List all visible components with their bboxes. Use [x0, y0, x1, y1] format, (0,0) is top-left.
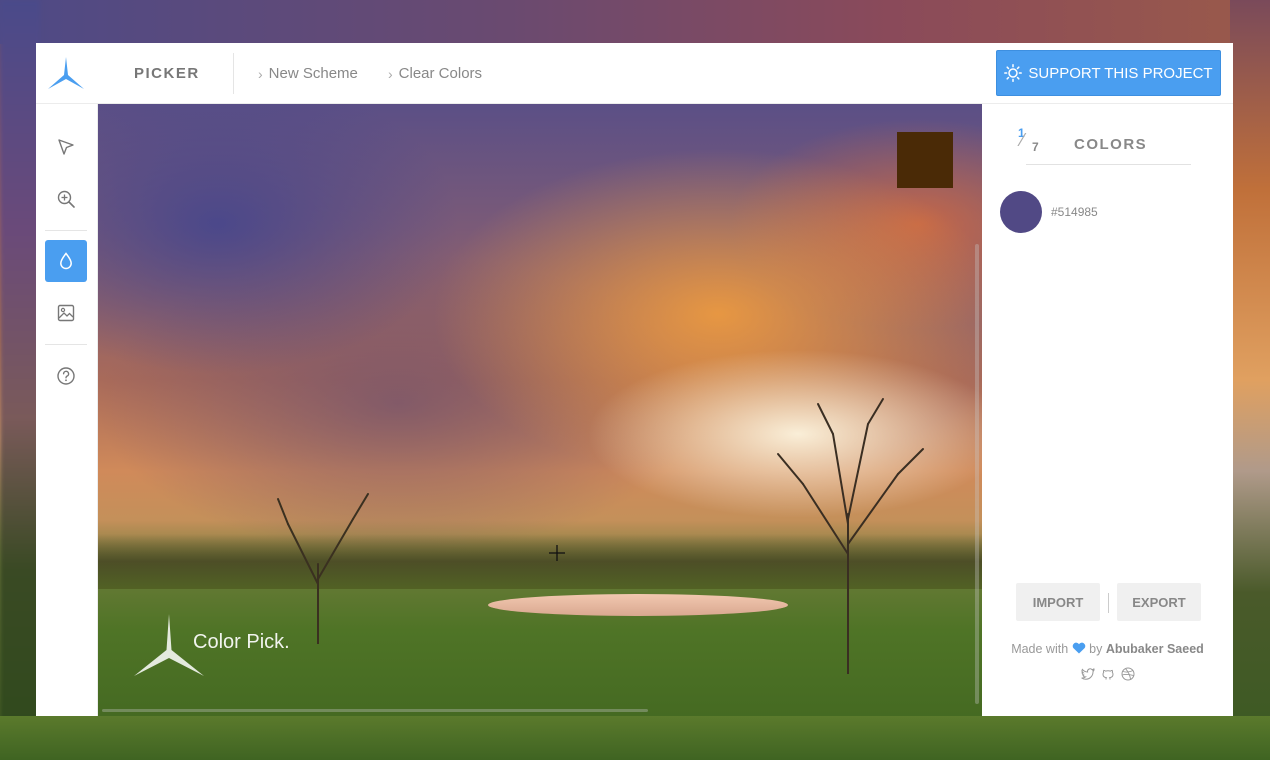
vertical-scrollbar[interactable] — [975, 244, 979, 704]
credit-author-link[interactable]: Abubaker Saeed — [1106, 642, 1204, 656]
counter-total: 7 — [1032, 140, 1039, 154]
button-divider — [1108, 593, 1109, 613]
color-hex-label: #514985 — [1051, 205, 1098, 219]
background-blur-left — [0, 0, 40, 760]
color-counter: 1 ⁄ 7 — [1018, 126, 1048, 156]
color-list-item[interactable]: #514985 — [1000, 191, 1098, 233]
background-blur-right — [1230, 0, 1270, 760]
support-label: SUPPORT THIS PROJECT — [1028, 64, 1213, 82]
logo-icon — [48, 57, 84, 89]
new-scheme-label: New Scheme — [268, 65, 358, 82]
clear-colors-link[interactable]: › Clear Colors — [388, 65, 482, 82]
clear-colors-label: Clear Colors — [398, 65, 483, 82]
tree-silhouette — [777, 398, 924, 674]
color-swatch — [1000, 191, 1042, 233]
toolbar-divider — [45, 344, 87, 345]
export-button[interactable]: EXPORT — [1117, 583, 1201, 621]
twitter-icon — [1080, 667, 1095, 680]
sun-icon — [1004, 64, 1023, 82]
help-icon — [57, 367, 75, 385]
horizontal-scrollbar[interactable] — [102, 709, 648, 712]
image-icon — [57, 304, 75, 322]
picked-color-preview — [897, 132, 953, 188]
heart-icon — [1072, 642, 1085, 654]
twitter-link[interactable] — [1080, 667, 1095, 681]
tool-sidebar — [36, 104, 98, 716]
zoom-tool-button[interactable] — [45, 178, 87, 220]
panel-divider — [1026, 164, 1191, 165]
github-link[interactable] — [1101, 667, 1115, 681]
cursor-icon — [58, 139, 74, 155]
zoom-in-icon — [57, 190, 75, 208]
help-button[interactable] — [45, 355, 87, 397]
chevron-right-icon: › — [388, 65, 393, 82]
colors-title: COLORS — [1074, 136, 1148, 153]
counter-slash: ⁄ — [1021, 130, 1025, 150]
credit-line: Made with by Abubaker Saeed — [982, 642, 1233, 656]
github-icon — [1101, 669, 1114, 680]
app-title: PICKER — [134, 65, 200, 82]
support-project-button[interactable]: SUPPORT THIS PROJECT — [996, 50, 1221, 96]
chevron-right-icon: › — [258, 65, 263, 82]
credit-prefix: Made with — [1011, 642, 1069, 656]
tree-silhouette-small — [277, 493, 369, 644]
picker-tool-button[interactable] — [45, 240, 87, 282]
image-canvas[interactable]: Color Pick. — [98, 104, 982, 716]
image-tool-button[interactable] — [45, 292, 87, 334]
dribbble-link[interactable] — [1121, 667, 1135, 681]
credit-by: by — [1089, 642, 1103, 656]
background-blur-bottom — [0, 716, 1270, 760]
watermark-text: Color Pick. — [193, 631, 290, 653]
background-blur-top — [0, 0, 1270, 44]
colors-panel: 1 ⁄ 7 COLORS #514985 IMPORT EXPORT Made … — [982, 104, 1233, 716]
canvas-pond — [488, 594, 788, 616]
top-divider — [233, 53, 234, 94]
crosshair-icon — [549, 545, 565, 561]
dribbble-icon — [1121, 667, 1134, 681]
select-tool-button[interactable] — [45, 126, 87, 168]
top-bar: PICKER › New Scheme › Clear Colors SUPPO… — [36, 43, 1233, 104]
new-scheme-link[interactable]: › New Scheme — [258, 65, 358, 82]
import-button[interactable]: IMPORT — [1016, 583, 1100, 621]
eyedropper-drop-icon — [60, 252, 72, 270]
social-links — [982, 667, 1233, 681]
app-window: PICKER › New Scheme › Clear Colors SUPPO… — [36, 43, 1233, 716]
toolbar-divider — [45, 230, 87, 231]
